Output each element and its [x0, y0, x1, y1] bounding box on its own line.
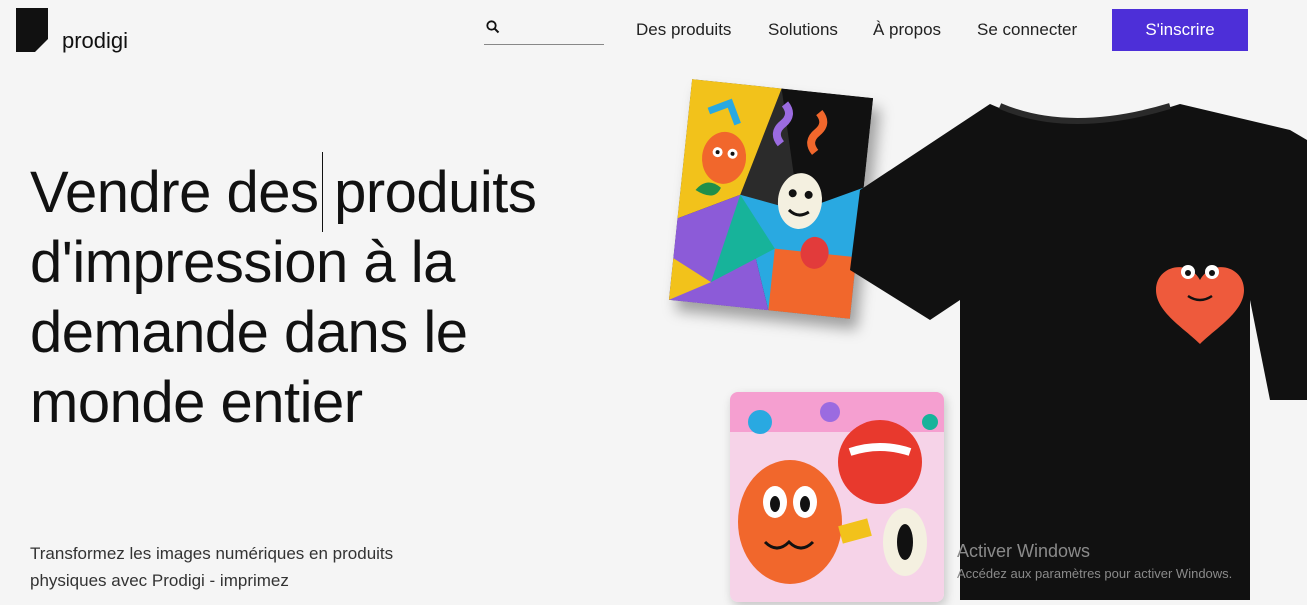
windows-activation-watermark: Activer Windows Accédez aux paramètres p…: [957, 541, 1232, 581]
logo-mark: [16, 8, 48, 52]
tshirt-product-image: [850, 100, 1307, 605]
poster-product-image: [668, 79, 874, 319]
search-input[interactable]: [484, 16, 604, 45]
nav-a-propos[interactable]: À propos: [873, 20, 941, 40]
nav-solutions[interactable]: Solutions: [768, 20, 838, 40]
brand-name: prodigi: [62, 28, 129, 53]
signup-button[interactable]: S'inscrire: [1112, 9, 1248, 51]
search-icon[interactable]: [486, 20, 500, 34]
watermark-subtitle: Accédez aux paramètres pour activer Wind…: [957, 566, 1233, 581]
brand-logo[interactable]: prodigi: [16, 8, 129, 53]
nav-des-produits[interactable]: Des produits: [636, 20, 731, 40]
nav-se-connecter[interactable]: Se connecter: [977, 20, 1077, 40]
text-cursor: [322, 152, 323, 232]
hero-headline: Vendre des produits d'impression à la de…: [30, 160, 537, 435]
hero-subtext: Transformez les images numériques en pro…: [30, 544, 394, 590]
watermark-title: Activer Windows: [957, 541, 1091, 561]
